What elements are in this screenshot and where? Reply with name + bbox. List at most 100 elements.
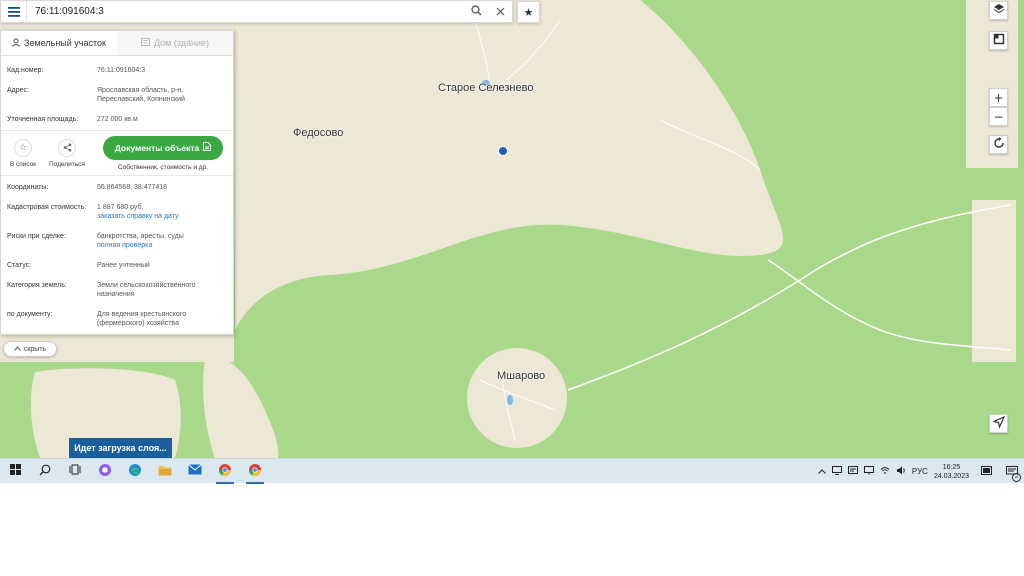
volume-icon[interactable] <box>896 466 906 477</box>
search-button[interactable] <box>464 1 488 22</box>
tab-house[interactable]: Дом (здание) <box>117 31 233 55</box>
screen: Старое Селезнево Федосово Мшарово + − 76… <box>0 0 1024 576</box>
coords-label: Координаты: <box>7 184 49 191</box>
building-icon <box>140 38 150 48</box>
tab-land-plot[interactable]: Земельный участок <box>1 31 117 55</box>
clock-date: 24.03.2023 <box>933 472 969 480</box>
user-pin-icon <box>12 38 21 49</box>
doc-value: Для ведения крестьянского (фермерского) … <box>97 311 187 327</box>
taskbar-app-edge[interactable] <box>120 459 150 484</box>
fullscreen-icon <box>993 33 1005 48</box>
coords-value: 56.864568, 38.477418 <box>97 184 168 191</box>
locate-arrow-icon <box>991 415 1005 431</box>
cad-number-row: Кад.номер: 76:11:091604:3 <box>1 66 233 75</box>
cost-report-link[interactable]: заказать справку на дату <box>97 212 227 221</box>
network-icon[interactable] <box>863 466 874 477</box>
chrome-icon <box>218 463 232 480</box>
menu-button[interactable] <box>1 1 27 22</box>
share-icon <box>58 138 76 157</box>
taskbar-search-button[interactable] <box>30 459 60 484</box>
language-indicator[interactable]: РУС <box>912 467 928 476</box>
cost-values: 1 887 680 руб. заказать справку на дату <box>97 203 227 221</box>
area-row: Уточненная площадь: 272 000 кв.м <box>1 115 233 124</box>
fullscreen-button[interactable] <box>989 31 1008 50</box>
cad-number-value[interactable]: 76:11:091604:3 <box>97 66 227 75</box>
system-tray: РУС 16:25 24.03.2023 2 <box>818 459 1024 484</box>
share-button[interactable]: Поделиться <box>45 138 89 168</box>
zoom-out-button[interactable]: − <box>989 107 1008 126</box>
notification-icon[interactable]: 2 <box>1006 465 1021 482</box>
doc-label: по документу: <box>7 311 53 318</box>
wifi-icon[interactable] <box>880 466 890 477</box>
task-view-icon <box>69 464 81 478</box>
status-label: Статус: <box>7 262 32 269</box>
clock[interactable]: 16:25 24.03.2023 <box>934 463 969 481</box>
address-value: Ярославская область, р-н. Переславский, … <box>97 87 185 103</box>
taskbar: РУС 16:25 24.03.2023 2 <box>0 458 1024 484</box>
clear-button[interactable] <box>488 1 512 22</box>
rotate-icon <box>993 137 1005 152</box>
mail-icon <box>188 464 202 478</box>
document-icon <box>203 142 212 153</box>
address-row: Адрес: Ярославская область, р-н. Пересла… <box>1 86 233 104</box>
chrome-icon <box>248 463 262 480</box>
taskbar-app-chrome-1[interactable] <box>210 459 240 484</box>
taskbar-app-assistant[interactable] <box>90 459 120 484</box>
assistant-icon <box>98 463 112 480</box>
hamburger-icon <box>7 4 20 20</box>
share-label: Поделиться <box>49 160 85 168</box>
risk-row: Риски при сделке: банкротства, аресты, с… <box>1 232 233 250</box>
edge-icon <box>128 463 142 480</box>
map-label-staroe-seleznevo: Старое Селезнево <box>438 82 534 94</box>
star-outline-icon: ☆ <box>14 138 32 157</box>
display-icon[interactable] <box>831 466 842 477</box>
taskbar-app-explorer[interactable] <box>150 459 180 484</box>
clock-time: 16:25 <box>942 463 961 471</box>
full-check-link[interactable]: полная проверка <box>97 241 227 250</box>
cad-number-label: Кад.номер: <box>7 67 44 74</box>
cost-row: Кадастровая стоимость: 1 887 680 руб. за… <box>1 203 233 221</box>
documents-button[interactable]: Документы объекта <box>103 135 223 160</box>
start-button[interactable] <box>0 459 30 484</box>
hide-panel-button[interactable]: скрыть <box>3 341 57 357</box>
taskbar-app-chrome-2[interactable] <box>240 459 270 484</box>
search-bar <box>0 0 513 23</box>
cost-label: Кадастровая стоимость: <box>7 204 87 211</box>
layers-button[interactable] <box>989 1 1008 20</box>
task-view-button[interactable] <box>60 459 90 484</box>
rotate-button[interactable] <box>989 135 1008 154</box>
search-input[interactable] <box>27 6 464 17</box>
layers-icon <box>993 3 1005 18</box>
area-label: Уточненная площадь: <box>7 116 79 123</box>
add-to-list-button[interactable]: ☆ В список <box>1 138 45 168</box>
chevron-up-icon[interactable] <box>818 467 826 476</box>
category-label: Категория земель: <box>7 282 67 289</box>
search-icon <box>470 4 482 19</box>
hide-panel-label: скрыть <box>23 345 47 353</box>
panel-tabs: Земельный участок Дом (здание) <box>1 31 233 56</box>
cost-value: 1 887 680 руб. <box>97 204 144 211</box>
screen-icon[interactable] <box>981 466 992 477</box>
message-icon[interactable] <box>847 466 858 477</box>
risk-value: банкротства, аресты, суды <box>97 233 184 240</box>
selected-parcel-marker[interactable] <box>498 146 508 156</box>
documents-button-label: Документы объекта <box>114 142 200 153</box>
taskbar-app-mail[interactable] <box>180 459 210 484</box>
risk-values: банкротства, аресты, суды полная проверк… <box>97 232 227 250</box>
locate-button[interactable] <box>989 414 1008 433</box>
chevron-up-icon <box>13 345 21 353</box>
documents-subtitle: Собственник, стоимость и др. <box>117 163 208 171</box>
close-icon <box>496 5 505 19</box>
risk-label: Риски при сделке: <box>7 233 66 240</box>
favorite-button[interactable]: ★ <box>517 1 540 23</box>
parcel-info-panel: Земельный участок Дом (здание) Кад.номер… <box>0 30 234 335</box>
category-row: Категория земель: Земли сельскохозяйстве… <box>1 281 233 299</box>
tab-house-label: Дом (здание) <box>153 38 210 48</box>
map-label-fedosovo: Федосово <box>293 127 344 139</box>
notification-count: 2 <box>1012 472 1021 482</box>
category-value: Земли сельскохозяйственного назначения <box>97 282 196 298</box>
status-row: Статус: Ранее учтенный <box>1 261 233 270</box>
add-to-list-label: В список <box>9 160 37 168</box>
zoom-in-button[interactable]: + <box>989 88 1008 107</box>
documents-block: Документы объекта Собственник, стоимость… <box>103 135 223 171</box>
